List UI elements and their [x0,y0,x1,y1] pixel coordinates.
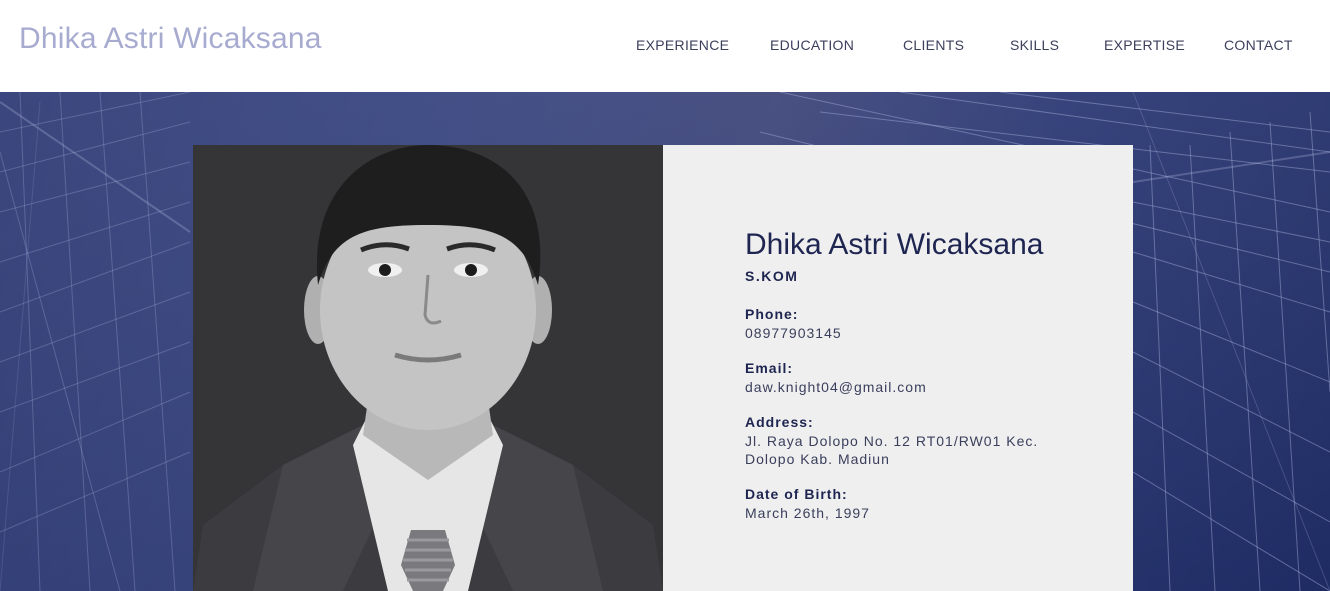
person-portrait-image [193,145,663,591]
site-header: Dhika Astri Wicaksana EXPERIENCE EDUCATI… [0,0,1330,92]
profile-name: Dhika Astri Wicaksana [745,228,1044,261]
hero-section: Dhika Astri Wicaksana S.KOM Phone: 08977… [0,92,1330,591]
profile-photo [193,145,663,591]
phone-label: Phone: [745,306,799,322]
dob-value: March 26th, 1997 [745,505,870,521]
nav-skills[interactable]: SKILLS [1010,37,1059,53]
address-label: Address: [745,414,814,430]
address-value: Jl. Raya Dolopo No. 12 RT01/RW01 Kec. Do… [745,433,1039,467]
profile-degree: S.KOM [745,268,799,284]
nav-expertise[interactable]: EXPERTISE [1104,37,1185,53]
email-value[interactable]: daw.knight04@gmail.com [745,378,1045,396]
main-nav: EXPERIENCE EDUCATION CLIENTS SKILLS EXPE… [0,37,1330,57]
dob-label: Date of Birth: [745,486,848,502]
email-label: Email: [745,360,794,376]
nav-clients[interactable]: CLIENTS [903,37,964,53]
phone-value: 08977903145 [745,325,842,341]
profile-info-card: Dhika Astri Wicaksana S.KOM Phone: 08977… [663,145,1133,591]
nav-contact[interactable]: CONTACT [1224,37,1293,53]
nav-experience[interactable]: EXPERIENCE [636,37,729,53]
nav-education[interactable]: EDUCATION [770,37,854,53]
